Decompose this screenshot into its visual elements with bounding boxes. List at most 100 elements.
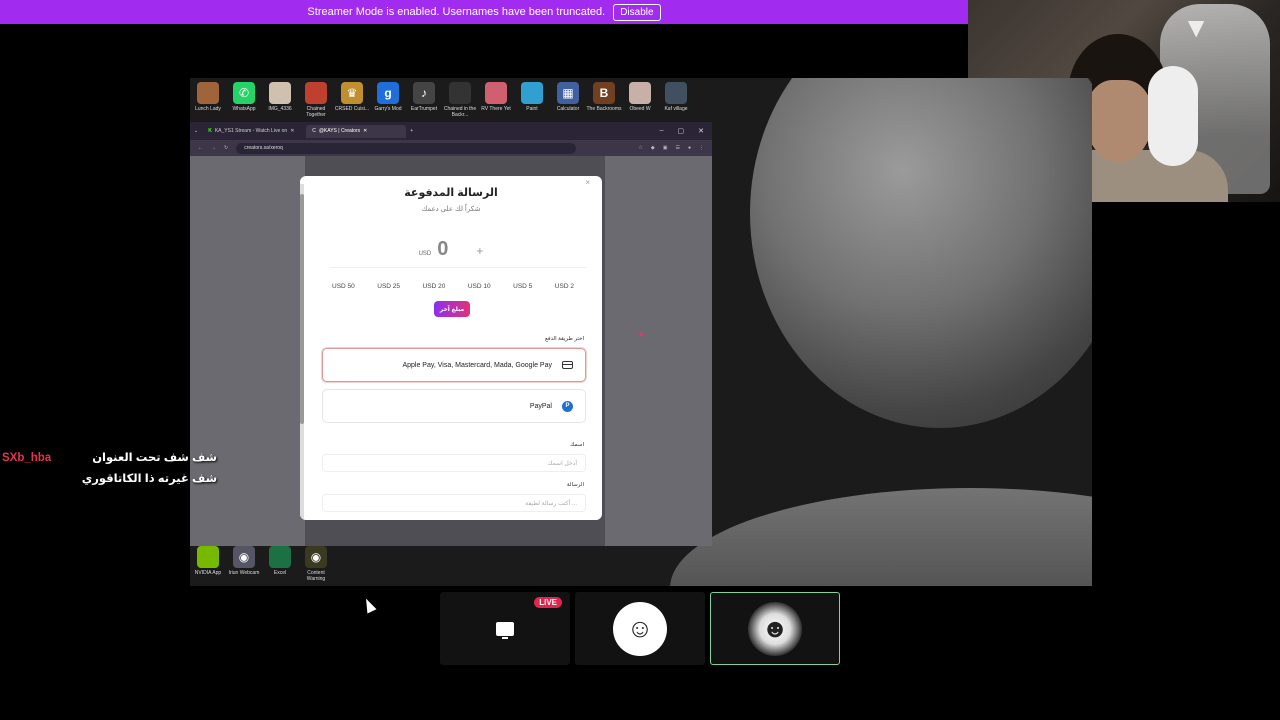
currency-label: USD — [418, 251, 432, 257]
moon-surface — [670, 488, 1092, 586]
desktop-icon-label: Chained Together — [306, 106, 326, 118]
preset-usd-25[interactable]: USD 25 — [373, 280, 404, 293]
tab-label: @KAYS | Creators — [318, 128, 361, 134]
desktop-icon[interactable]: Chained Together — [298, 82, 334, 118]
preset-usd-50[interactable]: USD 50 — [328, 280, 359, 293]
tab-search-icon[interactable]: ⌄ — [194, 128, 198, 134]
desktop-icon-label: Content Warning — [306, 570, 326, 582]
disable-button[interactable]: Disable — [613, 3, 661, 21]
app-icon — [197, 82, 219, 104]
desktop-icon[interactable]: NVIDIA App — [190, 546, 226, 582]
webcam-face — [1086, 80, 1152, 162]
name-label: اسمك — [570, 442, 584, 448]
desktop-icon[interactable]: Chained in the Backr... — [442, 82, 478, 118]
desktop-icon[interactable]: ♛ CRSED Cuisi... — [334, 82, 370, 118]
live-badge: LIVE — [534, 597, 562, 608]
desktop-icon-label: EarTrumpet — [410, 106, 438, 112]
url-text: creators.sa/xeroq — [244, 145, 283, 151]
desktop-icon[interactable]: Lunch Lady — [190, 82, 226, 118]
forward-icon[interactable]: → — [211, 145, 216, 151]
desktop-icon[interactable]: Paint — [514, 82, 550, 118]
payment-option-label: Apple Pay, Visa, Mastercard, Mada, Googl… — [402, 361, 552, 369]
tab-creators[interactable]: C @KAYS | Creators ✕ — [306, 124, 407, 138]
app-icon — [269, 546, 291, 568]
payment-option-label: PayPal — [529, 402, 552, 410]
preset-usd-5[interactable]: USD 5 — [509, 280, 536, 293]
bookmark-star-icon[interactable]: ☆ — [638, 145, 642, 151]
desktop-icon[interactable]: IMG_4336 — [262, 82, 298, 118]
desktop-icon[interactable]: ✆ WhatsApp — [226, 82, 262, 118]
creators-icon: C — [312, 128, 316, 134]
new-tab-button[interactable]: + — [410, 128, 413, 134]
other-amount-button[interactable]: مبلغ آخر — [434, 301, 470, 317]
tab-kick-stream[interactable]: K KA_YS1 Stream - Watch Live on ✕ — [202, 125, 302, 138]
payment-option-paypal[interactable]: PayPal P — [322, 389, 586, 423]
moon-wallpaper — [750, 78, 1092, 428]
paid-message-modal: × الرسالة المدفوعة شكراً لك على دعمك USD… — [300, 176, 602, 520]
streamer-mode-banner: Streamer Mode is enabled. Usernames have… — [0, 0, 968, 24]
minimize-icon[interactable]: – — [660, 127, 664, 135]
tab-close-icon[interactable]: ✕ — [363, 128, 367, 134]
desktop-icons-bottom: NVIDIA App ◉ Iriun Webcam Excel ◉ Content War… — [190, 546, 334, 582]
browser-tabbar: ⌄ K KA_YS1 Stream - Watch Live on ✕ C @K… — [190, 122, 712, 140]
chat-overlay: SXb_hba شف شف تحت العنوان شف غيرته ذا ال… — [2, 448, 217, 490]
modal-scrollbar[interactable] — [300, 184, 304, 520]
extension-icon[interactable]: ◆ — [651, 145, 655, 151]
reload-icon[interactable]: ↻ — [224, 145, 228, 151]
desktop-icon[interactable]: Kaf village — [658, 82, 694, 118]
amount-presets: USD 50 USD 25 USD 20 USD 10 USD 5 USD 2 — [328, 280, 578, 293]
close-window-icon[interactable]: ✕ — [698, 127, 704, 135]
desktop-icon-label: NVIDIA App — [194, 570, 222, 576]
app-icon: ▦ — [557, 82, 579, 104]
back-icon[interactable]: ← — [198, 145, 203, 151]
desktop-icon-label: Paint — [526, 106, 538, 112]
screen-share-icon — [496, 621, 514, 639]
screen-share-tile[interactable]: LIVE — [440, 592, 570, 665]
participant-tile[interactable]: ☺ — [575, 592, 705, 665]
desktop-icon[interactable]: ▦ Calculator — [550, 82, 586, 118]
modal-subtitle: شكراً لك على دعمك — [421, 206, 481, 213]
desktop-icon[interactable]: Obeed W — [622, 82, 658, 118]
amount-value[interactable]: 0 — [437, 238, 448, 261]
desktop-icon[interactable]: RV There Yet — [478, 82, 514, 118]
app-icon: ◉ — [305, 546, 327, 568]
desktop-icon[interactable]: Excel — [262, 546, 298, 582]
credit-card-icon — [562, 361, 573, 369]
desktop-icon-label: RV There Yet — [481, 106, 511, 112]
desktop-icon[interactable]: ◉ Iriun Webcam — [226, 546, 262, 582]
desktop-icon-label: Obeed W — [629, 106, 651, 112]
profile-icon[interactable]: ● — [688, 145, 691, 151]
chair-logo-icon: ▼ — [1182, 12, 1210, 43]
maximize-icon[interactable]: ▢ — [678, 127, 685, 135]
desktop-icon-label: Garry's Mod — [374, 106, 402, 112]
paypal-icon: P — [562, 400, 573, 412]
desktop-icon-label: Calculator — [556, 106, 580, 112]
preset-usd-2[interactable]: USD 2 — [551, 280, 578, 293]
preset-usd-10[interactable]: USD 10 — [464, 280, 495, 293]
desktop-icon[interactable]: B The Backrooms — [586, 82, 622, 118]
plus-icon[interactable]: + — [476, 244, 483, 258]
address-bar[interactable]: creators.sa/xeroq — [236, 142, 577, 154]
app-icon: B — [593, 82, 615, 104]
desktop-icon-label: IMG_4336 — [268, 106, 292, 112]
shared-desktop: Lunch Lady ✆ WhatsApp IMG_4336 Chained Toget… — [190, 78, 1092, 586]
kick-icon: K — [208, 128, 212, 134]
participant-tile-selected[interactable]: ☻ — [710, 592, 840, 665]
payment-option-cards[interactable]: Apple Pay, Visa, Mastercard, Mada, Googl… — [322, 348, 586, 382]
message-input[interactable]: أكتب رسالة لطيفة ... — [322, 494, 586, 512]
downloads-icon[interactable]: ☰ — [675, 145, 679, 151]
chat-username: SXb_hba — [2, 452, 52, 464]
puzzle-icon[interactable]: ▣ — [663, 145, 668, 151]
name-input[interactable]: أدخل اسمك — [322, 454, 586, 472]
tab-close-icon[interactable]: ✕ — [290, 128, 294, 134]
browser-toolbar: ← → ↻ creators.sa/xeroq ☆ ◆ ▣ ☰ ● ⋮ — [190, 140, 712, 156]
scrollbar-thumb[interactable] — [300, 194, 304, 424]
mouse-cursor-icon — [361, 596, 377, 614]
desktop-icon-label: Chained in the Backr... — [443, 106, 477, 118]
desktop-icon[interactable]: g Garry's Mod — [370, 82, 406, 118]
preset-usd-20[interactable]: USD 20 — [419, 280, 450, 293]
menu-icon[interactable]: ⋮ — [699, 145, 704, 151]
desktop-icon-label: Lunch Lady — [195, 106, 221, 112]
desktop-icon[interactable]: ◉ Content Warning — [298, 546, 334, 582]
desktop-icon[interactable]: ♪ EarTrumpet — [406, 82, 442, 118]
